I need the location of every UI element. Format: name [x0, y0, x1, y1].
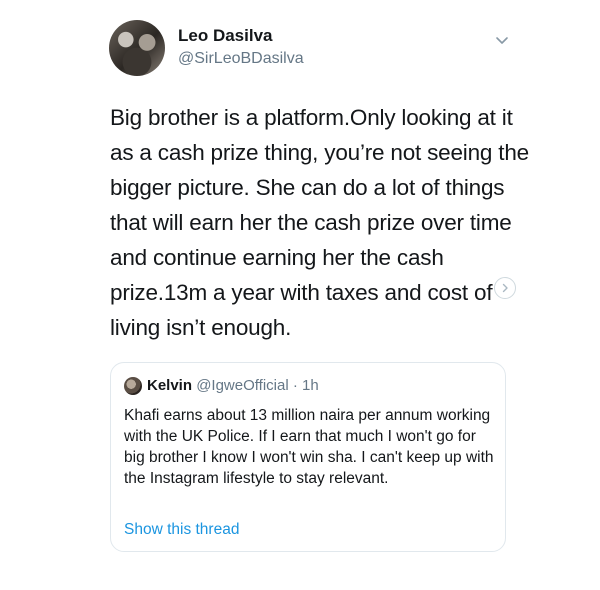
quoted-tweet[interactable]: Kelvin @IgweOfficial · 1h Khafi earns ab… [110, 362, 506, 552]
quoted-author-avatar [124, 377, 142, 395]
quoted-author-handle: @IgweOfficial [196, 377, 289, 394]
quoted-tweet-text: Khafi earns about 13 million naira per a… [124, 407, 494, 487]
author-handle[interactable]: @SirLeoBDasilva [178, 50, 304, 68]
author-name[interactable]: Leo Dasilva [178, 26, 273, 46]
quoted-tweet-header: Kelvin @IgweOfficial · 1h [147, 377, 319, 394]
chevron-right-icon [502, 283, 508, 293]
tweet-text: Big brother is a platform.Only looking a… [110, 105, 529, 340]
next-button[interactable] [494, 277, 516, 299]
quoted-tweet-time: 1h [302, 377, 319, 394]
quoted-author-name: Kelvin [147, 377, 193, 394]
author-avatar[interactable] [109, 20, 165, 76]
chevron-down-icon[interactable] [494, 32, 510, 48]
show-thread-link[interactable]: Show this thread [124, 521, 239, 539]
meta-separator: · [288, 377, 303, 394]
